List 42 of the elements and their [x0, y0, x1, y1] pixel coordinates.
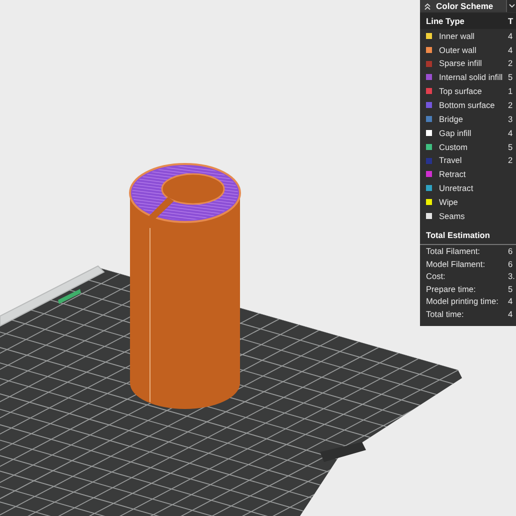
estimate-value: 6	[508, 246, 514, 256]
line-type-value: 3	[508, 114, 514, 124]
line-type-label: Top surface	[439, 87, 483, 96]
panel-title: Color Scheme	[436, 2, 494, 10]
estimate-label: Cost:	[426, 272, 446, 280]
line-type-value: 2	[508, 156, 514, 165]
estimate-value: 5	[508, 284, 514, 294]
line-type-value: 1	[508, 87, 514, 96]
section-title: Total Estimation	[426, 230, 491, 239]
line-type-label: Travel	[439, 156, 463, 165]
estimate-label: Model printing time:	[426, 297, 500, 306]
estimate-value: 6	[508, 260, 514, 268]
estimate-label: Prepare time:	[426, 284, 477, 294]
line-type-value: 5	[508, 73, 514, 82]
line-type-label: Bottom surface	[439, 100, 496, 110]
line-type-label: Sparse infill	[439, 59, 483, 68]
dropdown-caret-icon[interactable]	[508, 4, 514, 8]
line-type-label: Wipe	[439, 198, 459, 206]
line-type-label: Custom	[439, 142, 469, 151]
estimate-value: 4	[508, 310, 514, 318]
estimate-label: Total time:	[426, 310, 465, 318]
line-type-label: Retract	[439, 170, 467, 178]
line-type-label: Bridge	[439, 114, 464, 124]
line-type-label: Outer wall	[439, 46, 478, 54]
line-type-value: 5	[508, 142, 514, 151]
line-type-value: 4	[508, 128, 514, 137]
line-type-label: Seams	[439, 212, 466, 220]
line-type-value: 4	[508, 46, 514, 54]
line-type-label: Gap infill	[439, 128, 472, 137]
line-type-value: 2	[508, 100, 514, 110]
estimate-label: Total Filament:	[426, 246, 481, 256]
estimate-label: Model Filament:	[426, 260, 486, 268]
line-type-label: Unretract	[439, 184, 474, 192]
line-type-value: 4	[508, 32, 514, 40]
column-header: T	[508, 16, 514, 26]
column-header: Line Type	[426, 16, 466, 26]
estimate-value: 4	[508, 297, 514, 306]
line-type-value: 2	[508, 59, 514, 68]
line-type-label: Inner wall	[439, 32, 476, 40]
line-type-label: Internal solid infill	[439, 73, 504, 82]
estimate-value: 3.	[508, 272, 516, 280]
collapse-icon[interactable]	[424, 2, 431, 10]
